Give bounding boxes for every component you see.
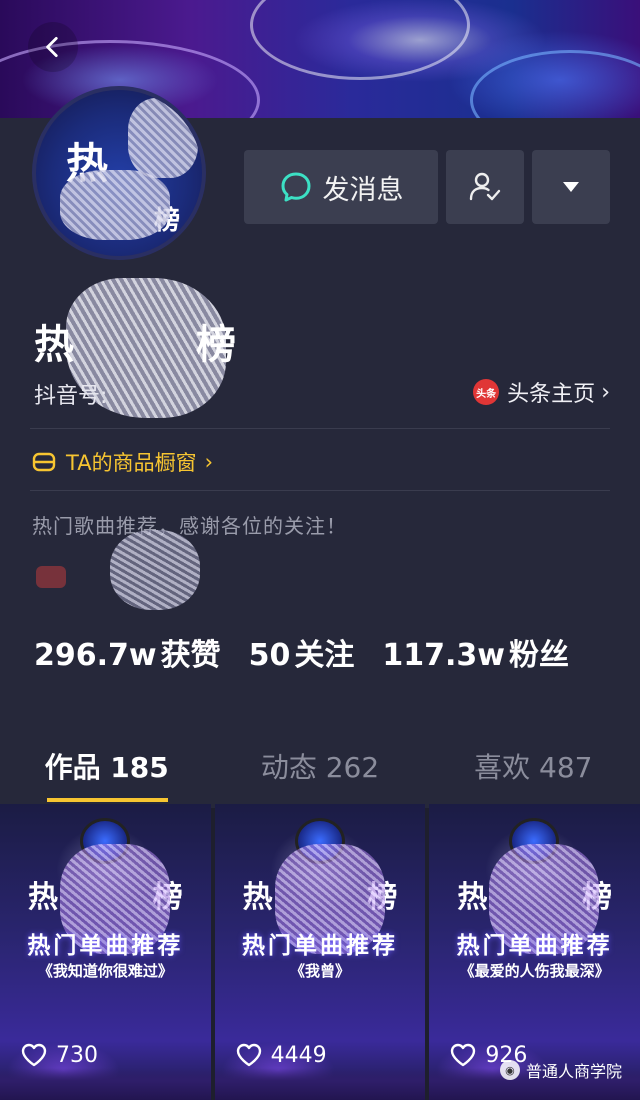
avatar-redaction — [128, 98, 198, 178]
toutiao-link-label: 头条主页 — [507, 382, 596, 407]
stat-followers[interactable]: 117.3w 粉丝 — [382, 630, 569, 674]
heart-icon — [236, 1043, 261, 1067]
user-check-icon — [469, 172, 501, 201]
banner-light-streak — [250, 0, 470, 80]
wechat-icon: ◉ — [499, 1060, 520, 1080]
stat-following-count: 50 — [248, 638, 291, 673]
tab-posts-label: 动态 262 — [260, 751, 380, 784]
watermark: ◉ 普通人商学院 — [499, 1058, 622, 1082]
stat-likes-label: 获赞 — [160, 638, 221, 673]
more-dropdown-button[interactable] — [532, 150, 610, 224]
back-button[interactable] — [28, 22, 78, 72]
stat-followers-count: 117.3w — [382, 638, 505, 673]
chat-bubble-icon — [281, 172, 310, 202]
video-song: 《我曾》 — [290, 962, 351, 980]
content-tabs: 作品 185 动态 262 喜欢 487 — [0, 738, 640, 802]
video-tag: 热门单曲推荐 — [27, 933, 184, 959]
tab-works[interactable]: 作品 185 — [0, 738, 213, 802]
divider — [30, 428, 610, 429]
shop-window-label: TA的商品橱窗 — [66, 451, 197, 475]
chevron-right-icon: › — [601, 379, 610, 405]
stat-following[interactable]: 50 关注 — [249, 630, 355, 674]
active-tab-indicator — [47, 798, 168, 802]
stat-likes[interactable]: 296.7w 获赞 — [34, 630, 221, 674]
profile-name-start: 热 — [34, 322, 76, 368]
video-thumbnail[interactable]: 热 榜 热门单曲推荐 《最爱的人伤我最深》 926 — [429, 804, 640, 1100]
shop-window-link[interactable]: TA的商品橱窗 › — [32, 447, 213, 477]
tab-likes-label: 喜欢 487 — [474, 751, 593, 784]
video-likes-count: 730 — [56, 1042, 98, 1068]
toutiao-icon: 头条 — [473, 379, 500, 405]
chevron-left-icon — [46, 36, 58, 58]
heart-icon — [21, 1043, 47, 1067]
city-skyline — [0, 1068, 211, 1100]
bio-redaction — [110, 530, 200, 610]
caret-down-icon — [563, 182, 579, 192]
message-button-label: 发消息 — [322, 174, 404, 206]
followed-button[interactable] — [446, 150, 524, 224]
banner-light-streak — [470, 50, 640, 120]
stat-followers-label: 粉丝 — [508, 638, 569, 673]
douyin-id: 抖音号: — [34, 384, 108, 409]
video-song: 《最爱的人伤我最深》 — [459, 962, 610, 980]
stat-likes-count: 296.7w — [34, 638, 157, 673]
bio-text: 热门歌曲推荐，感谢各位的关注！ — [32, 514, 347, 538]
tab-posts[interactable]: 动态 262 — [213, 738, 426, 802]
video-likes-count: 4449 — [270, 1042, 327, 1068]
stats-row: 296.7w 获赞 50 关注 117.3w 粉丝 — [34, 630, 597, 674]
video-thumbnail[interactable]: 热 榜 热门单曲推荐 《我曾》 4449 — [214, 804, 426, 1100]
tab-likes[interactable]: 喜欢 487 — [427, 738, 640, 802]
stat-following-label: 关注 — [294, 638, 355, 673]
chevron-right-icon: › — [204, 450, 213, 474]
tab-works-label: 作品 185 — [44, 751, 169, 784]
video-title-start: 热 — [457, 880, 488, 915]
bio-redaction — [36, 566, 66, 588]
video-likes: 4449 — [235, 1042, 327, 1068]
heart-icon — [451, 1043, 476, 1067]
message-button[interactable]: 发消息 — [244, 150, 438, 224]
video-grid: 热 榜 热门单曲推荐 《我知道你很难过》 730 热 榜 热门单曲推荐 《我曾》… — [0, 804, 640, 1100]
profile-name: 热榜 — [34, 312, 238, 370]
city-skyline — [214, 1068, 426, 1100]
video-thumbnail[interactable]: 热 榜 热门单曲推荐 《我知道你很难过》 730 — [0, 804, 211, 1100]
video-song: 《我知道你很难过》 — [37, 962, 173, 980]
divider — [30, 490, 610, 491]
video-likes: 730 — [20, 1042, 98, 1068]
avatar-redaction — [60, 170, 170, 240]
toutiao-homepage-link[interactable]: 头条 头条主页 › — [473, 376, 610, 408]
video-tag: 热门单曲推荐 — [456, 933, 613, 959]
video-tag: 热门单曲推荐 — [242, 933, 398, 959]
shop-icon — [32, 452, 56, 472]
video-title-start: 热 — [28, 880, 58, 915]
video-title-start: 热 — [242, 880, 273, 915]
profile-name-end: 榜 — [196, 322, 238, 368]
avatar[interactable]: 热 榜 — [32, 86, 206, 260]
watermark-text: 普通人商学院 — [525, 1062, 622, 1081]
